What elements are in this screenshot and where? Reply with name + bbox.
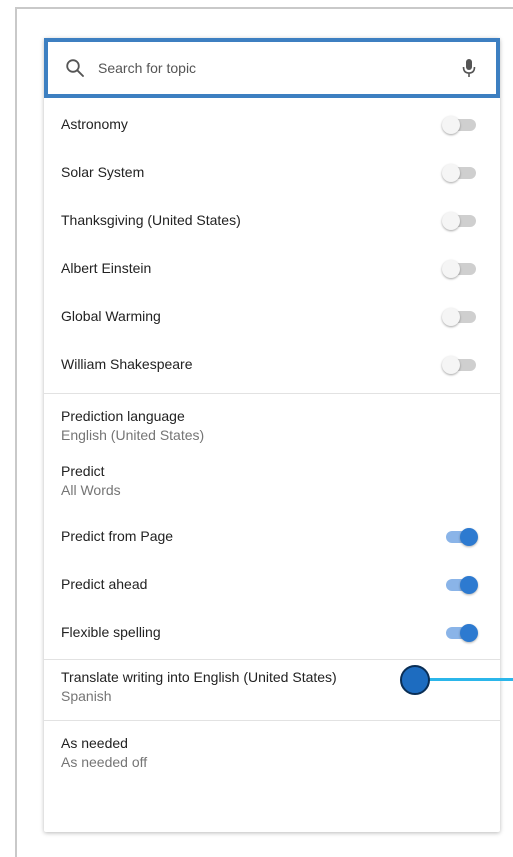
topic-row-albert-einstein[interactable]: Albert Einstein xyxy=(44,244,500,292)
setting-label: Prediction language xyxy=(61,408,185,424)
topic-toggle-solar-system[interactable] xyxy=(442,164,478,182)
topic-label: Solar System xyxy=(61,164,145,180)
topic-toggle-astronomy[interactable] xyxy=(442,116,478,134)
focus-pointer-line xyxy=(429,678,513,681)
translate-writing-setting[interactable]: Translate writing into English (United S… xyxy=(61,668,337,705)
topic-label: Albert Einstein xyxy=(61,260,152,276)
focus-indicator-dot xyxy=(400,665,430,695)
topic-row-global-warming[interactable]: Global Warming xyxy=(44,292,500,340)
setting-label: Predict from Page xyxy=(61,528,174,544)
flexible-spelling-toggle[interactable] xyxy=(442,624,478,642)
topic-toggle-thanksgiving[interactable] xyxy=(442,212,478,230)
search-icon xyxy=(66,59,84,77)
predict-from-page-toggle[interactable] xyxy=(442,528,478,546)
topic-row-astronomy[interactable]: Astronomy xyxy=(44,100,500,148)
topic-toggle-albert-einstein[interactable] xyxy=(442,260,478,278)
setting-value: English (United States) xyxy=(61,427,205,443)
mic-icon[interactable] xyxy=(461,56,477,80)
setting-value: All Words xyxy=(61,482,121,498)
topic-label: Thanksgiving (United States) xyxy=(61,212,241,228)
prediction-language-setting[interactable]: Prediction language English (United Stat… xyxy=(61,407,204,444)
section-divider xyxy=(44,720,500,721)
as-needed-setting[interactable]: As needed As needed off xyxy=(61,734,147,771)
section-divider xyxy=(44,393,500,394)
flexible-spelling-row[interactable]: Flexible spelling xyxy=(44,608,500,656)
topic-row-thanksgiving[interactable]: Thanksgiving (United States) xyxy=(44,196,500,244)
topic-label: Astronomy xyxy=(61,116,128,132)
topic-toggle-global-warming[interactable] xyxy=(442,308,478,326)
setting-label: Translate writing into English (United S… xyxy=(61,669,337,685)
topic-row-solar-system[interactable]: Solar System xyxy=(44,148,500,196)
setting-value: As needed off xyxy=(61,754,148,770)
setting-label: Predict ahead xyxy=(61,576,148,592)
search-bar[interactable] xyxy=(44,38,500,98)
setting-label: Predict xyxy=(61,463,105,479)
topic-label: William Shakespeare xyxy=(61,356,193,372)
search-input[interactable] xyxy=(98,56,428,80)
section-divider xyxy=(44,659,500,660)
predict-from-page-row[interactable]: Predict from Page xyxy=(44,512,500,560)
topic-label: Global Warming xyxy=(61,308,161,324)
topic-toggle-william-shakespeare[interactable] xyxy=(442,356,478,374)
predict-ahead-toggle[interactable] xyxy=(442,576,478,594)
predict-ahead-row[interactable]: Predict ahead xyxy=(44,560,500,608)
setting-label: As needed xyxy=(61,735,128,751)
predict-setting[interactable]: Predict All Words xyxy=(61,462,121,499)
setting-label: Flexible spelling xyxy=(61,624,161,640)
topic-row-william-shakespeare[interactable]: William Shakespeare xyxy=(44,340,500,388)
settings-panel: Astronomy Solar System Thanksgiving (Uni… xyxy=(44,38,500,832)
setting-value: Spanish xyxy=(61,688,112,704)
